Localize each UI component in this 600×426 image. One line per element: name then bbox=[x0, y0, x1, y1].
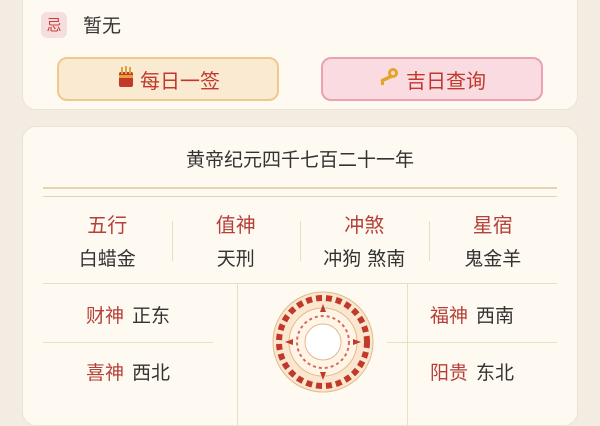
joy-god-direction: 喜神 西北 bbox=[43, 342, 213, 399]
lucky-day-query-label: 吉日查询 bbox=[406, 68, 486, 93]
deity-label: 财神 bbox=[85, 304, 124, 327]
grid-divider bbox=[237, 284, 238, 425]
info-value: 鬼金羊 bbox=[464, 248, 522, 270]
deity-label: 福神 bbox=[429, 304, 468, 327]
deity-value: 东北 bbox=[476, 361, 515, 384]
fortune-god-direction: 福神 西南 bbox=[387, 286, 557, 342]
info-label: 五行 bbox=[87, 213, 128, 237]
info-duty-god: 值神 天刑 bbox=[171, 209, 301, 271]
fortune-summary-card: 忌 暂无 每日一签 吉日查询 bbox=[22, 0, 578, 110]
deity-value: 西南 bbox=[476, 304, 515, 327]
info-constellation: 星宿 鬼金羊 bbox=[428, 209, 558, 271]
compass-wheel-icon[interactable] bbox=[271, 290, 375, 394]
yanggui-god-direction: 阳贵 东北 bbox=[387, 342, 557, 399]
info-value: 天刑 bbox=[216, 248, 255, 270]
fortune-stick-icon bbox=[116, 65, 136, 93]
info-clash: 冲煞 冲狗 煞南 bbox=[300, 209, 429, 271]
info-value: 冲狗 煞南 bbox=[323, 248, 406, 270]
era-title: 黄帝纪元四千七百二十一年 bbox=[185, 149, 414, 171]
info-label: 冲煞 bbox=[344, 213, 385, 237]
lucky-day-query-button[interactable]: 吉日查询 bbox=[321, 57, 543, 101]
deity-value: 正东 bbox=[132, 304, 171, 327]
almanac-info-grid: 五行 白蜡金 值神 天刑 冲煞 冲狗 煞南 星宿 鬼金羊 bbox=[43, 209, 557, 271]
avoid-row: 忌 暂无 bbox=[41, 11, 121, 38]
info-label: 值神 bbox=[215, 213, 256, 237]
wealth-god-direction: 财神 正东 bbox=[43, 286, 213, 342]
avoid-badge: 忌 bbox=[41, 11, 67, 38]
info-label: 星宿 bbox=[472, 213, 513, 237]
daily-fortune-label: 每日一签 bbox=[140, 68, 220, 93]
deity-label: 喜神 bbox=[85, 361, 124, 384]
avoid-text: 暂无 bbox=[83, 15, 122, 37]
info-five-elements: 五行 白蜡金 bbox=[43, 209, 172, 271]
golden-key-icon bbox=[378, 66, 402, 93]
almanac-detail-card: 黄帝纪元四千七百二十一年 五行 白蜡金 值神 天刑 冲煞 冲狗 煞南 星宿 鬼金… bbox=[22, 126, 578, 426]
daily-fortune-button[interactable]: 每日一签 bbox=[57, 57, 279, 101]
deity-direction-grid: 财神 正东 喜神 西北 福神 西南 阳贵 东北 bbox=[43, 283, 557, 425]
info-value: 白蜡金 bbox=[78, 248, 136, 270]
deity-label: 阳贵 bbox=[429, 361, 468, 384]
deity-value: 西北 bbox=[132, 361, 171, 384]
title-divider bbox=[43, 187, 557, 197]
